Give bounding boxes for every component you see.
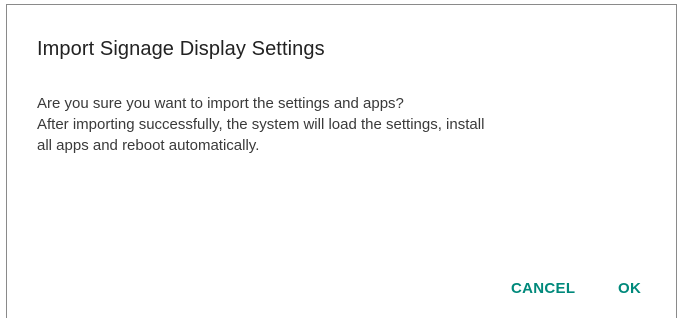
dialog-actions: CANCEL OK (7, 274, 676, 304)
dialog-title: Import Signage Display Settings (37, 38, 325, 60)
window-border-right (676, 4, 677, 318)
dialog-message-line: all apps and reboot automatically. (37, 137, 260, 154)
dialog-message-line: Are you sure you want to import the sett… (37, 95, 404, 112)
cancel-button[interactable]: CANCEL (505, 274, 581, 304)
screen: Import Signage Display Settings Are you … (0, 0, 681, 318)
dialog-message-line: After importing successfully, the system… (37, 116, 485, 133)
ok-button[interactable]: OK (612, 274, 647, 304)
import-settings-dialog: Import Signage Display Settings Are you … (7, 5, 676, 318)
dialog-message: Are you sure you want to import the sett… (37, 93, 657, 156)
